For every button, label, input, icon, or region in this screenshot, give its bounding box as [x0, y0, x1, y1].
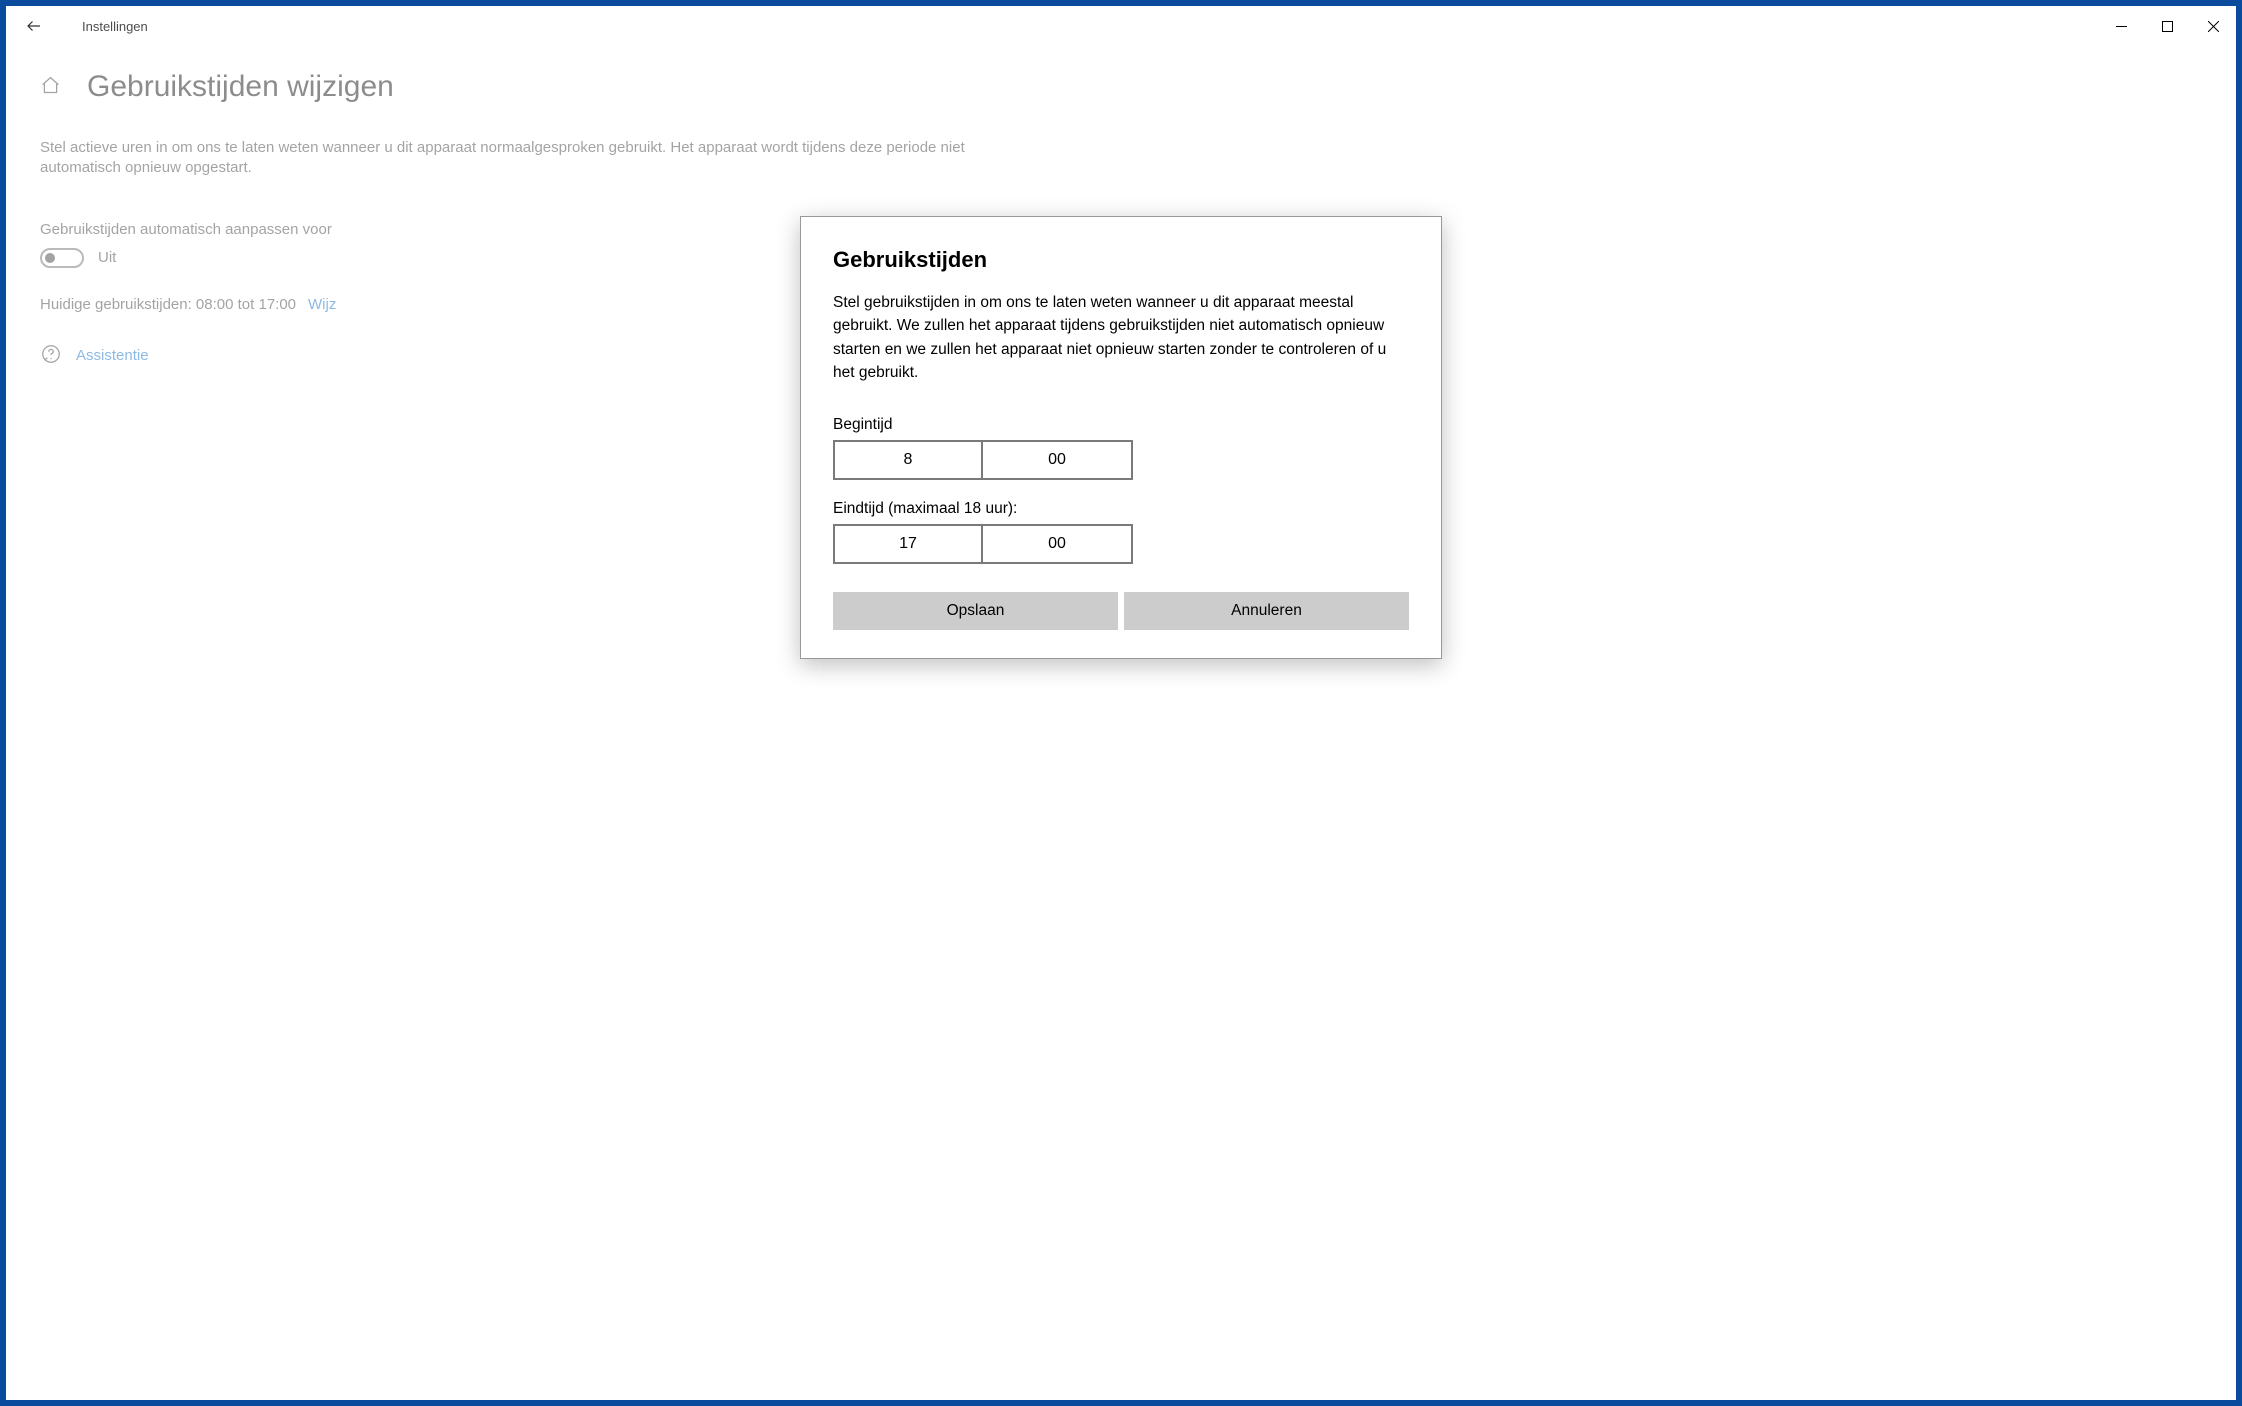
- close-icon: [2208, 21, 2219, 32]
- page-title: Gebruikstijden wijzigen: [87, 70, 394, 104]
- assistance-link[interactable]: Assistentie: [76, 347, 149, 364]
- page-description: Stel actieve uren in om ons te laten wet…: [40, 138, 1040, 179]
- start-hour-picker[interactable]: 8: [833, 440, 983, 480]
- toggle-knob: [45, 253, 55, 263]
- end-minute-picker[interactable]: 00: [983, 524, 1133, 564]
- end-time-group: Eindtijd (maximaal 18 uur): 17 00: [833, 500, 1409, 564]
- titlebar: Instellingen: [6, 6, 2236, 46]
- save-button[interactable]: Opslaan: [833, 592, 1118, 630]
- cancel-button[interactable]: Annuleren: [1124, 592, 1409, 630]
- app-name: Instellingen: [82, 19, 148, 34]
- change-link[interactable]: Wijz: [308, 296, 336, 313]
- minimize-icon: [2116, 21, 2127, 32]
- end-time-fields: 17 00: [833, 524, 1409, 564]
- dialog-buttons: Opslaan Annuleren: [833, 592, 1409, 630]
- maximize-icon: [2162, 21, 2173, 32]
- titlebar-left: Instellingen: [18, 10, 148, 42]
- start-time-label: Begintijd: [833, 416, 1409, 434]
- current-hours-text: Huidige gebruikstijden: 08:00 tot 17:00: [40, 296, 296, 313]
- dialog-title: Gebruikstijden: [833, 247, 1409, 273]
- toggle-state-label: Uit: [98, 249, 116, 266]
- start-time-group: Begintijd 8 00: [833, 416, 1409, 480]
- start-time-fields: 8 00: [833, 440, 1409, 480]
- end-hour-picker[interactable]: 17: [833, 524, 983, 564]
- arrow-left-icon: [25, 17, 43, 35]
- back-button[interactable]: [18, 10, 50, 42]
- close-button[interactable]: [2190, 6, 2236, 46]
- end-time-label: Eindtijd (maximaal 18 uur):: [833, 500, 1409, 518]
- settings-window: Instellingen Gebruikstijden wijzigen Ste…: [6, 6, 2236, 1400]
- maximize-button[interactable]: [2144, 6, 2190, 46]
- start-minute-picker[interactable]: 00: [983, 440, 1133, 480]
- window-controls: [2098, 6, 2236, 46]
- dialog-description: Stel gebruikstijden in om ons te laten w…: [833, 291, 1409, 384]
- home-icon[interactable]: [40, 75, 61, 100]
- active-hours-dialog: Gebruikstijden Stel gebruikstijden in om…: [800, 216, 1442, 659]
- minimize-button[interactable]: [2098, 6, 2144, 46]
- help-icon: [40, 343, 62, 369]
- auto-adjust-toggle[interactable]: [40, 248, 84, 268]
- page-header: Gebruikstijden wijzigen: [40, 70, 2202, 104]
